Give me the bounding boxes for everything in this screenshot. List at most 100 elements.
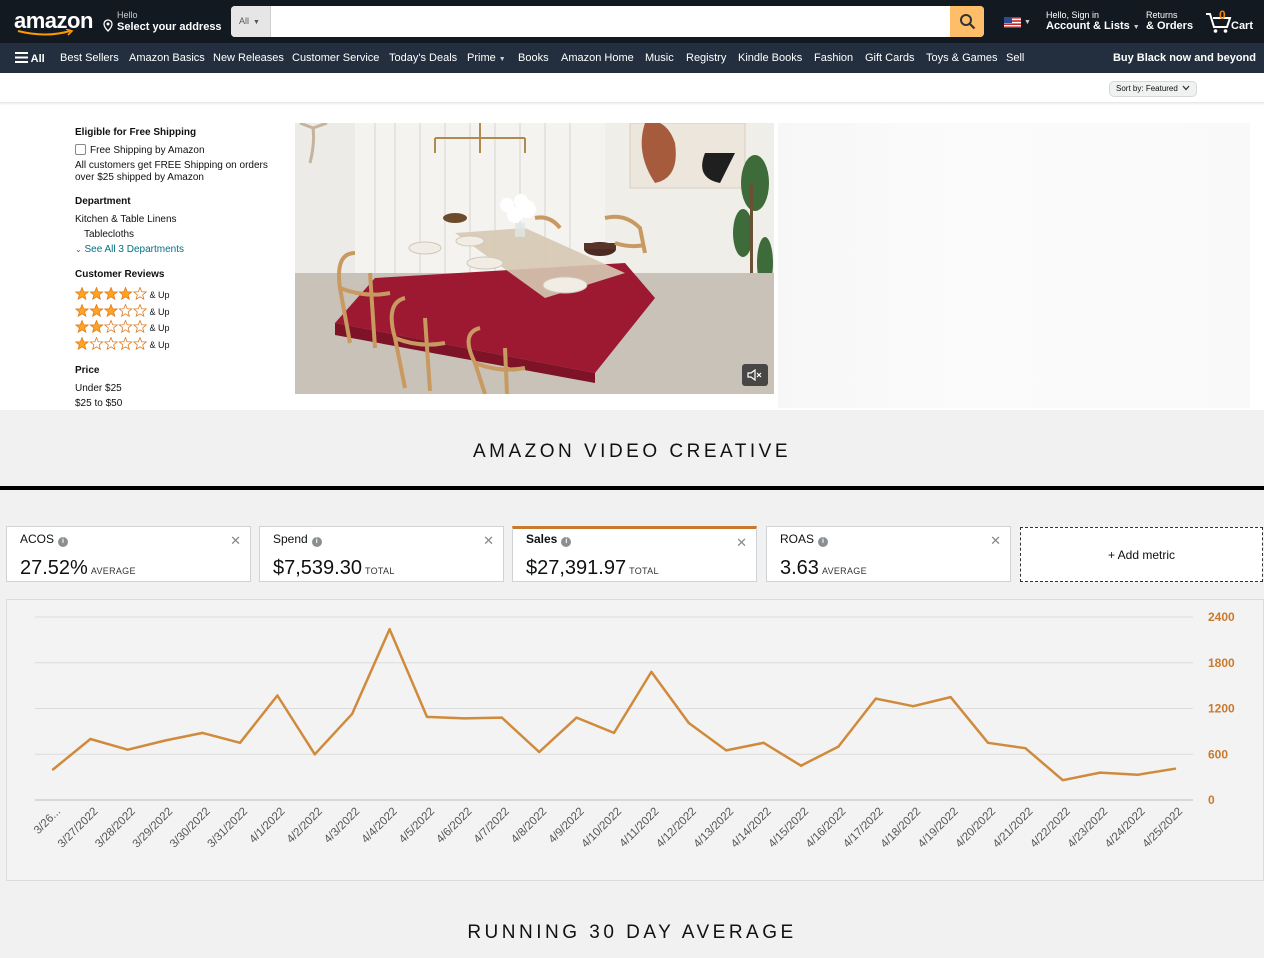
info-icon[interactable]: i	[818, 537, 829, 547]
cart-count: 0	[1219, 8, 1226, 22]
close-icon[interactable]: ✕	[230, 533, 241, 549]
data-point	[874, 697, 877, 700]
price-filter[interactable]: $25 to $50	[75, 398, 122, 409]
search-category-value: All	[239, 16, 250, 26]
nav-item-books[interactable]: Books	[518, 52, 549, 64]
search-button[interactable]	[950, 6, 984, 37]
top-header: amazon Hello Select your address All ▼ ▼ …	[0, 0, 1264, 43]
sales-series-line	[52, 627, 1176, 782]
x-tick-label: 4/6/2022	[434, 806, 474, 846]
data-point	[912, 705, 915, 708]
search-input[interactable]	[271, 6, 951, 37]
data-point	[762, 741, 765, 745]
review-filter-1[interactable]: & Up	[74, 336, 170, 351]
shipping-heading: Eligible for Free Shipping	[75, 127, 197, 138]
nav-item-amazon-home[interactable]: Amazon Home	[561, 52, 634, 64]
x-tick-label: 4/4/2022	[360, 806, 400, 846]
chevron-down-icon: ▼	[253, 19, 260, 26]
see-all-departments-link[interactable]: ⌄ See All 3 Departments	[75, 244, 184, 255]
add-metric-button[interactable]: + Add metric	[1020, 527, 1263, 582]
star-empty-icon	[118, 319, 133, 334]
nav-item-todays-deals[interactable]: Today's Deals	[389, 52, 457, 64]
price-filter[interactable]: Under $25	[75, 383, 122, 394]
close-icon[interactable]: ✕	[990, 533, 1001, 549]
address-label: Select your address	[117, 21, 222, 33]
chevron-down-icon: ▼	[1024, 19, 1031, 26]
free-shipping-label: Free Shipping by Amazon	[90, 145, 205, 156]
metric-card-spend[interactable]: Spend i ✕ $7,539.30 TOTAL	[259, 526, 504, 582]
nav-item-gift-cards[interactable]: Gift Cards	[865, 52, 915, 64]
returns-orders[interactable]: Returns & Orders	[1146, 10, 1193, 32]
x-tick-label: 4/5/2022	[397, 806, 437, 846]
chevron-down-icon: ⌄	[75, 245, 82, 254]
data-point	[986, 741, 990, 745]
nav-item-best-sellers[interactable]: Best Sellers	[60, 52, 119, 64]
nav-item-kindle-books[interactable]: Kindle Books	[738, 52, 802, 64]
metric-card-roas[interactable]: ROAS i ✕ 3.63 AVERAGE	[766, 526, 1011, 582]
star-rating-icon	[74, 319, 148, 334]
hamburger-icon	[15, 52, 28, 63]
nav-item-prime[interactable]: Prime ▼	[467, 52, 506, 64]
close-icon[interactable]: ✕	[736, 535, 747, 551]
star-rating-icon	[74, 303, 148, 318]
star-empty-icon	[118, 336, 133, 351]
star-empty-icon	[132, 319, 148, 334]
price-heading: Price	[75, 365, 100, 376]
results-subbar	[0, 73, 1264, 103]
data-point	[425, 715, 429, 719]
review-filter-3[interactable]: & Up	[74, 303, 170, 318]
data-point	[89, 737, 92, 741]
star-filled-icon	[74, 303, 90, 318]
cart-button[interactable]: 0 Cart	[1205, 8, 1259, 36]
metric-value: $7,539.30 TOTAL	[273, 557, 395, 579]
data-point	[837, 745, 840, 748]
department-item[interactable]: Tablecloths	[84, 229, 134, 240]
close-icon[interactable]: ✕	[483, 533, 494, 549]
account-greeting: Hello, Sign in	[1046, 10, 1100, 20]
account-menu[interactable]: Hello, Sign in Account & Lists ▼	[1046, 10, 1140, 32]
nav-promo-link[interactable]: Buy Black now and beyond	[1113, 52, 1256, 64]
info-icon[interactable]: i	[311, 537, 322, 547]
sort-dropdown[interactable]: Sort by: Featured	[1109, 81, 1198, 97]
department-heading: Department	[75, 196, 131, 207]
review-filter-2[interactable]: & Up	[74, 319, 170, 334]
nav-item-toys-games[interactable]: Toys & Games	[926, 52, 998, 64]
nav-item-customer-service[interactable]: Customer Service	[292, 52, 379, 64]
nav-item-new-releases[interactable]: New Releases	[213, 52, 284, 64]
video-creative-player[interactable]	[295, 123, 774, 394]
info-icon[interactable]: i	[58, 537, 69, 547]
data-point	[575, 716, 578, 719]
data-point	[313, 753, 316, 756]
amazon-smile-icon	[17, 29, 74, 36]
nav-item-fashion[interactable]: Fashion	[814, 52, 853, 64]
x-tick-label: 4/10/2022	[579, 806, 624, 851]
search-category-select[interactable]: All ▼	[231, 6, 271, 37]
us-flag-icon[interactable]	[1004, 17, 1021, 28]
checkbox-icon	[75, 144, 86, 155]
nav-item-amazon-basics[interactable]: Amazon Basics	[129, 52, 205, 64]
mute-button[interactable]	[742, 364, 768, 386]
star-filled-icon	[74, 319, 90, 334]
star-filled-icon	[103, 286, 119, 301]
data-point	[1024, 746, 1027, 750]
nav-item-music[interactable]: Music	[645, 52, 674, 64]
nav-item-registry[interactable]: Registry	[686, 52, 726, 64]
data-point	[687, 721, 690, 725]
review-filter-4[interactable]: & Up	[74, 286, 170, 301]
address-greeting: Hello	[117, 10, 138, 20]
info-icon[interactable]: i	[561, 537, 572, 547]
star-filled-icon	[74, 286, 90, 301]
data-point	[164, 739, 167, 742]
sort-value: Featured	[1145, 84, 1178, 93]
see-all-label: See All 3 Departments	[84, 244, 184, 255]
department-item[interactable]: Kitchen & Table Linens	[75, 214, 177, 225]
metric-card-sales[interactable]: Sales i ✕ $27,391.97 TOTAL	[512, 526, 757, 582]
metric-card-acos[interactable]: ACOS i ✕ 27.52% AVERAGE	[6, 526, 251, 582]
x-tick-label: 4/25/2022	[1140, 806, 1185, 851]
free-shipping-checkbox[interactable]: Free Shipping by Amazon	[75, 144, 205, 156]
nav-all-menu[interactable]: All	[15, 52, 45, 65]
nav-item-sell[interactable]: Sell	[1006, 52, 1024, 64]
data-point	[799, 764, 803, 767]
metric-unit: AVERAGE	[90, 566, 136, 576]
chevron-down-icon: ▼	[498, 56, 506, 63]
